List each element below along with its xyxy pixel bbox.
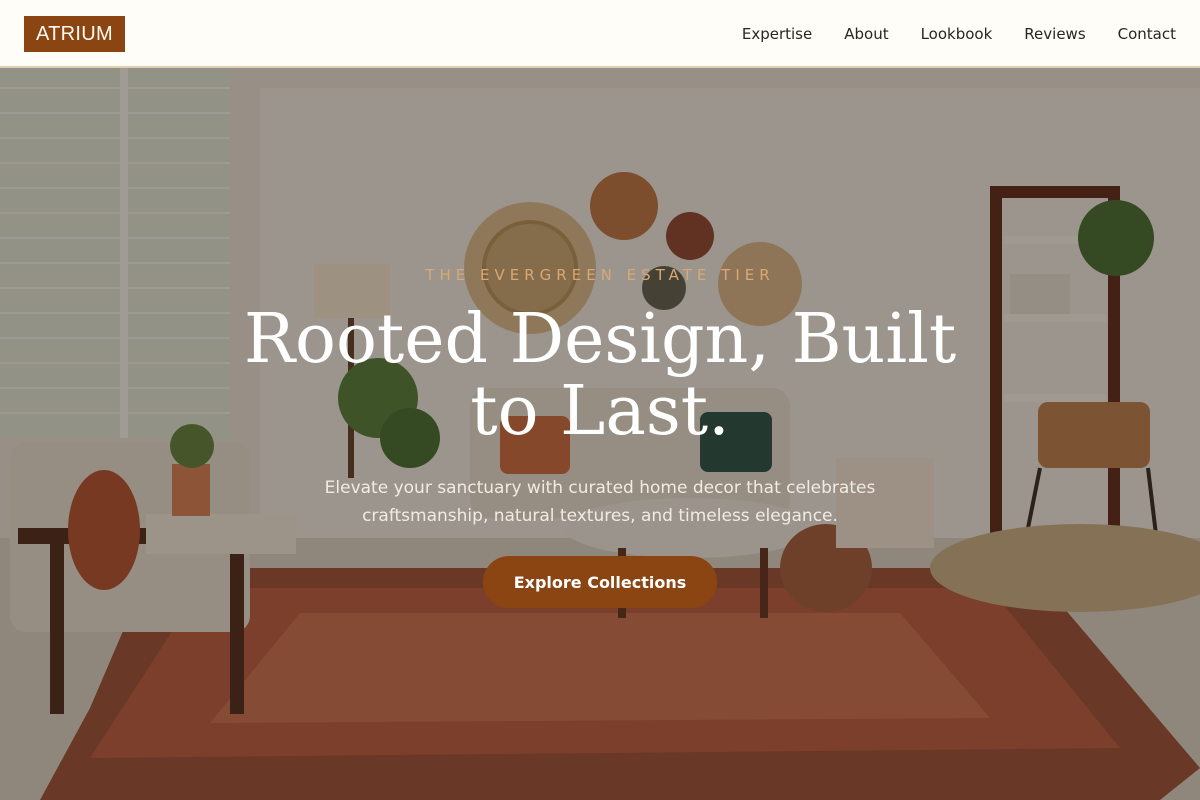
main-nav: Expertise About Lookbook Reviews Contact (710, 0, 1176, 68)
site-header: ATRIUM Expertise About Lookbook Reviews … (0, 0, 1200, 68)
hero-title: Rooted Design, Built to Last. (243, 300, 957, 451)
nav-link-expertise[interactable]: Expertise (742, 25, 812, 43)
hero-subtitle: Elevate your sanctuary with curated home… (324, 478, 876, 526)
hero-section: THE EVERGREEN ESTATE TIER Rooted Design,… (0, 68, 1200, 800)
explore-collections-button[interactable]: Explore Collections (483, 556, 717, 608)
nav-link-contact[interactable]: Contact (1118, 25, 1176, 43)
brand-logo[interactable]: ATRIUM (24, 16, 125, 52)
hero-eyebrow: THE EVERGREEN ESTATE TIER (425, 266, 775, 284)
nav-link-lookbook[interactable]: Lookbook (921, 25, 993, 43)
nav-link-reviews[interactable]: Reviews (1024, 25, 1085, 43)
nav-link-about[interactable]: About (844, 25, 888, 43)
